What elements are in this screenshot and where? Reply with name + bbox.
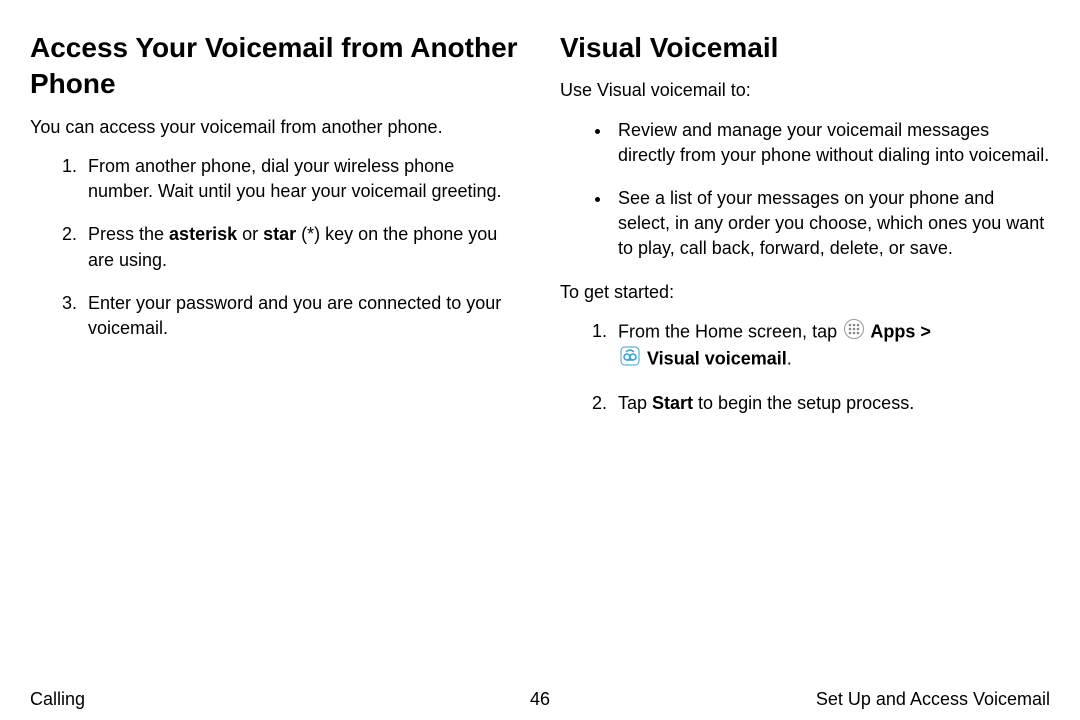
footer-section-left: Calling (30, 689, 370, 710)
right-step-1: From the Home screen, tap Apps > Visual … (612, 319, 1050, 373)
left-step-1: From another phone, dial your wireless p… (82, 154, 520, 204)
intro-right: Use Visual voicemail to: (560, 78, 1050, 103)
page: Access Your Voicemail from Another Phone… (0, 0, 1080, 720)
steps-left: From another phone, dial your wireless p… (30, 154, 520, 341)
bold-apps: Apps > (866, 321, 931, 341)
right-step-2: Tap Start to begin the setup process. (612, 391, 1050, 416)
footer-page-number: 46 (370, 689, 710, 710)
page-footer: Calling 46 Set Up and Access Voicemail (30, 679, 1050, 710)
content-columns: Access Your Voicemail from Another Phone… (30, 30, 1050, 679)
heading-access-voicemail: Access Your Voicemail from Another Phone (30, 30, 520, 103)
bold-start: Start (652, 393, 693, 413)
left-step-3: Enter your password and you are connecte… (82, 291, 520, 341)
intro-left: You can access your voicemail from anoth… (30, 115, 520, 140)
bullet-2: See a list of your messages on your phon… (612, 186, 1050, 262)
left-step-2: Press the asterisk or star (*) key on th… (82, 222, 520, 272)
steps-right: From the Home screen, tap Apps > Visual … (560, 319, 1050, 417)
left-column: Access Your Voicemail from Another Phone… (30, 30, 520, 679)
heading-visual-voicemail: Visual Voicemail (560, 30, 1050, 66)
get-started-label: To get started: (560, 280, 1050, 305)
apps-grid-icon (844, 319, 864, 346)
text: From the Home screen, tap (618, 321, 842, 341)
footer-section-right: Set Up and Access Voicemail (710, 689, 1050, 710)
bullet-1: Review and manage your voicemail message… (612, 118, 1050, 168)
text: Press the (88, 224, 169, 244)
text: or (237, 224, 263, 244)
right-column: Visual Voicemail Use Visual voicemail to… (560, 30, 1050, 679)
text: to begin the setup process. (693, 393, 914, 413)
text: Tap (618, 393, 652, 413)
bold-star: star (263, 224, 296, 244)
bullets-right: Review and manage your voicemail message… (560, 118, 1050, 262)
bold-visual-voicemail: Visual voicemail (642, 348, 787, 368)
bold-asterisk: asterisk (169, 224, 237, 244)
text: . (787, 348, 792, 368)
visual-voicemail-icon (620, 346, 640, 373)
